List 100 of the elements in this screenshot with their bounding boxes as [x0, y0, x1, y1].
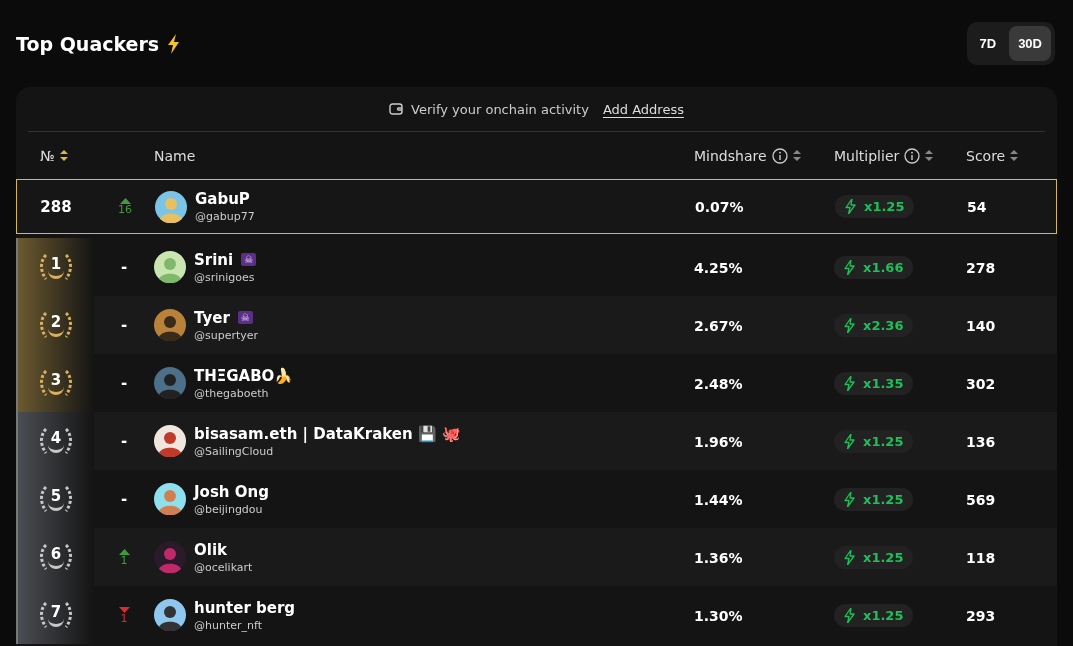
- rank-change: 1: [120, 554, 128, 566]
- laurel-branch-icon: [38, 370, 47, 396]
- user-name: THΞGABO🍌: [194, 366, 294, 385]
- user-handle: @ocelikart: [194, 560, 253, 574]
- lightning-icon: [844, 491, 855, 507]
- period-tab[interactable]: 30D: [1009, 26, 1051, 61]
- multiplier-pill: x1.25: [834, 487, 914, 511]
- laurel-branch-icon: [65, 254, 74, 280]
- rank-number: 3: [47, 371, 65, 395]
- column-header: Mindshare: [694, 147, 767, 164]
- laurel-branch-icon: [38, 254, 47, 280]
- score-value: 302: [966, 375, 996, 392]
- laurel-branch-icon: [38, 312, 47, 338]
- rank-change: 1: [120, 612, 128, 624]
- user-handle: @SailingCloud: [194, 444, 275, 458]
- page-title: Top Quackers: [16, 32, 160, 55]
- info-icon[interactable]: [771, 147, 788, 164]
- user-name: hunter berg: [194, 598, 296, 617]
- avatar: [154, 251, 186, 283]
- up-arrow-icon: [119, 198, 131, 204]
- column-header: Name: [154, 147, 196, 164]
- rank-number: 2: [47, 313, 65, 337]
- column-header: №: [40, 147, 55, 164]
- score-value: 54: [967, 199, 987, 215]
- multiplier-pill: x2.36: [834, 313, 914, 337]
- skull-badge: ☠: [237, 311, 253, 324]
- rank-change: -: [120, 433, 128, 449]
- rank-change: -: [120, 259, 128, 275]
- lightning-icon: [844, 317, 855, 333]
- lightning-icon: [167, 33, 181, 54]
- user-name: Tyer: [194, 308, 230, 327]
- multiplier-pill: x1.25: [834, 429, 914, 453]
- sort-icon[interactable]: [925, 150, 934, 161]
- rank-number: 5: [47, 487, 65, 511]
- mindshare-value: 4.25%: [694, 259, 743, 276]
- mindshare-value: 1.30%: [694, 607, 743, 624]
- multiplier-pill: x1.25: [834, 545, 914, 569]
- avatar: [154, 541, 186, 573]
- avatar: [154, 483, 186, 515]
- period-tab[interactable]: 7D: [970, 26, 1006, 61]
- laurel-branch-icon: [38, 602, 47, 628]
- mindshare-value: 2.48%: [694, 375, 743, 392]
- mindshare-value: 1.36%: [694, 549, 743, 566]
- laurel-branch-icon: [38, 486, 47, 512]
- mindshare-value: 2.67%: [694, 317, 743, 334]
- user-handle: @srinigoes: [194, 270, 256, 284]
- sort-icon[interactable]: [792, 150, 801, 161]
- laurel-branch-icon: [38, 544, 47, 570]
- rank-number: 1: [47, 255, 65, 279]
- mindshare-value: 0.07%: [695, 199, 744, 215]
- avatar: [154, 309, 186, 341]
- mindshare-value: 1.44%: [694, 491, 743, 508]
- rank-change: -: [120, 375, 128, 391]
- avatar: [154, 599, 186, 631]
- avatar: [154, 367, 186, 399]
- rank-change: -: [120, 491, 128, 507]
- laurel-branch-icon: [65, 428, 74, 454]
- up-arrow-icon: [118, 548, 130, 555]
- user-handle: @gabup77: [195, 210, 255, 223]
- sort-icon[interactable]: [1010, 150, 1019, 161]
- rank-number: 7: [47, 603, 65, 627]
- column-header: Multiplier: [834, 147, 900, 164]
- user-name: bisasam.eth | DataKraken 💾 🐙: [194, 424, 462, 443]
- user-handle: @beijingdou: [194, 502, 264, 516]
- score-value: 136: [966, 433, 996, 450]
- avatar: [154, 425, 186, 457]
- laurel-branch-icon: [38, 428, 47, 454]
- rank-change: -: [120, 317, 128, 333]
- lightning-icon: [844, 549, 855, 565]
- lightning-icon: [844, 433, 855, 449]
- score-value: 569: [966, 491, 996, 508]
- multiplier-pill: x1.35: [834, 371, 914, 395]
- user-name: Srini: [194, 250, 234, 269]
- multiplier-pill: x1.25: [834, 603, 914, 627]
- multiplier-pill: x1.25: [835, 195, 915, 218]
- rank-number: 288: [40, 197, 72, 216]
- user-name: GabuP: [195, 190, 250, 208]
- score-value: 140: [966, 317, 996, 334]
- lightning-icon: [844, 259, 855, 275]
- score-value: 278: [966, 259, 996, 276]
- laurel-branch-icon: [65, 370, 74, 396]
- column-header: Score: [966, 147, 1006, 164]
- wallet-icon: [389, 103, 404, 115]
- rank-number: 4: [47, 429, 65, 453]
- user-name: Olik: [194, 540, 227, 559]
- user-name: Josh Ong: [194, 482, 269, 501]
- rank-number: 6: [47, 545, 65, 569]
- info-icon[interactable]: [904, 147, 921, 164]
- laurel-branch-icon: [65, 602, 74, 628]
- lightning-icon: [844, 375, 855, 391]
- sort-icon[interactable]: [59, 150, 68, 161]
- avatar: [155, 190, 187, 223]
- laurel-branch-icon: [65, 486, 74, 512]
- verify-text: Verify your onchain activity: [411, 101, 589, 117]
- score-value: 118: [966, 549, 996, 566]
- lightning-icon: [844, 607, 855, 623]
- add-address-link[interactable]: Add Address: [602, 101, 684, 117]
- user-handle: @supertyer: [194, 328, 259, 342]
- laurel-branch-icon: [65, 312, 74, 338]
- lightning-icon: [845, 199, 856, 214]
